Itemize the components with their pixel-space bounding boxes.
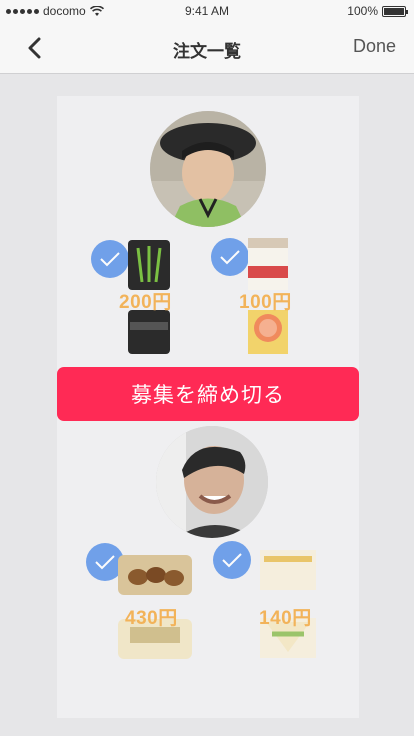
- done-button[interactable]: Done: [353, 36, 396, 57]
- user-avatar[interactable]: [150, 111, 266, 227]
- product-price: 200円: [119, 292, 172, 313]
- selected-check-icon[interactable]: [91, 240, 129, 278]
- navigation-bar: 注文一覧 Done: [0, 22, 414, 74]
- product-price: 140円: [259, 608, 312, 629]
- product-price: 100円: [239, 292, 292, 313]
- selected-check-icon[interactable]: [213, 541, 251, 579]
- battery-icon: [382, 5, 408, 17]
- user-avatar[interactable]: [156, 426, 268, 538]
- battery-percent: 100%: [347, 4, 378, 18]
- page-title: 注文一覧: [173, 42, 241, 61]
- status-bar: docomo 9:41 AM 100%: [0, 0, 414, 22]
- selected-check-icon[interactable]: [211, 238, 249, 276]
- close-recruitment-button[interactable]: 募集を締め切る: [57, 367, 359, 421]
- battery-indicator: 100%: [347, 4, 408, 18]
- product-price: 430円: [125, 608, 178, 629]
